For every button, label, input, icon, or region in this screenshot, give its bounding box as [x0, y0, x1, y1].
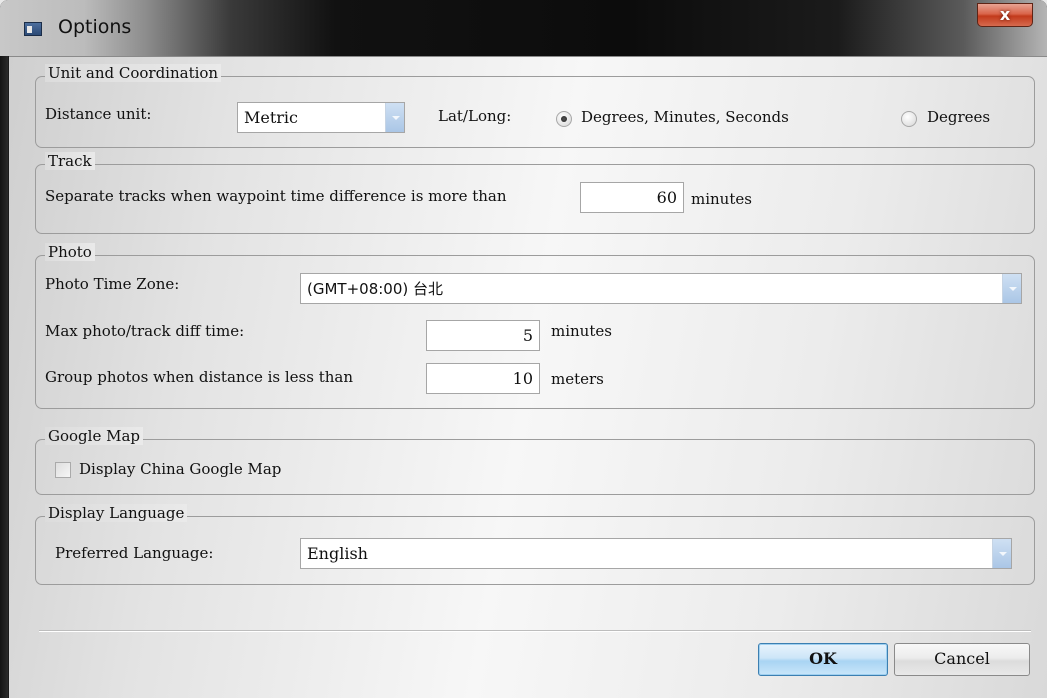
chevron-down-icon[interactable]: [385, 103, 404, 132]
group-legend: Photo: [45, 243, 95, 261]
window-title: Options: [58, 16, 132, 38]
max-diff-unit: minutes: [551, 322, 612, 340]
group-photos-input[interactable]: 10: [426, 363, 540, 394]
group-legend: Display Language: [45, 504, 188, 522]
options-dialog: Options x Unit and Coordination Distance…: [0, 0, 1047, 698]
cancel-button[interactable]: Cancel: [894, 643, 1030, 676]
radio-dms[interactable]: [556, 111, 572, 127]
radio-dms-label[interactable]: Degrees, Minutes, Seconds: [581, 108, 789, 126]
preferred-language-label: Preferred Language:: [55, 544, 214, 562]
app-icon: [24, 22, 42, 36]
group-legend: Track: [45, 152, 95, 170]
chevron-down-icon[interactable]: [992, 539, 1011, 568]
separate-tracks-input[interactable]: 60: [580, 182, 684, 213]
china-map-label[interactable]: Display China Google Map: [79, 460, 281, 478]
group-legend: Unit and Coordination: [45, 64, 222, 82]
distance-unit-value: Metric: [244, 108, 299, 127]
preferred-language-value: English: [307, 544, 368, 563]
distance-unit-label: Distance unit:: [45, 105, 152, 123]
max-diff-label: Max photo/track diff time:: [45, 322, 245, 340]
dialog-body: Unit and Coordination Distance unit: Met…: [9, 56, 1047, 698]
latlong-label: Lat/Long:: [438, 107, 512, 125]
distance-unit-combo[interactable]: Metric: [237, 102, 405, 133]
max-diff-input[interactable]: 5: [426, 320, 540, 351]
preferred-language-combo[interactable]: English: [300, 538, 1012, 569]
group-legend: Google Map: [45, 427, 143, 445]
radio-degrees[interactable]: [901, 111, 917, 127]
photo-timezone-label: Photo Time Zone:: [45, 275, 180, 293]
photo-timezone-combo[interactable]: (GMT+08:00) 台北: [300, 273, 1022, 304]
close-button[interactable]: x: [977, 3, 1033, 27]
unit-coordination-group: Unit and Coordination: [35, 64, 1035, 148]
china-map-checkbox[interactable]: [55, 462, 71, 478]
footer-separator: [39, 630, 1031, 632]
group-photos-unit: meters: [551, 370, 604, 388]
chevron-down-icon[interactable]: [1002, 274, 1021, 303]
separate-tracks-label: Separate tracks when waypoint time diffe…: [45, 187, 507, 205]
title-bar[interactable]: Options x: [0, 0, 1047, 56]
photo-timezone-value: (GMT+08:00) 台北: [307, 280, 443, 298]
separate-tracks-unit: minutes: [691, 190, 752, 208]
radio-degrees-label[interactable]: Degrees: [927, 108, 990, 126]
ok-button[interactable]: OK: [758, 643, 888, 676]
group-photos-label: Group photos when distance is less than: [45, 368, 354, 386]
